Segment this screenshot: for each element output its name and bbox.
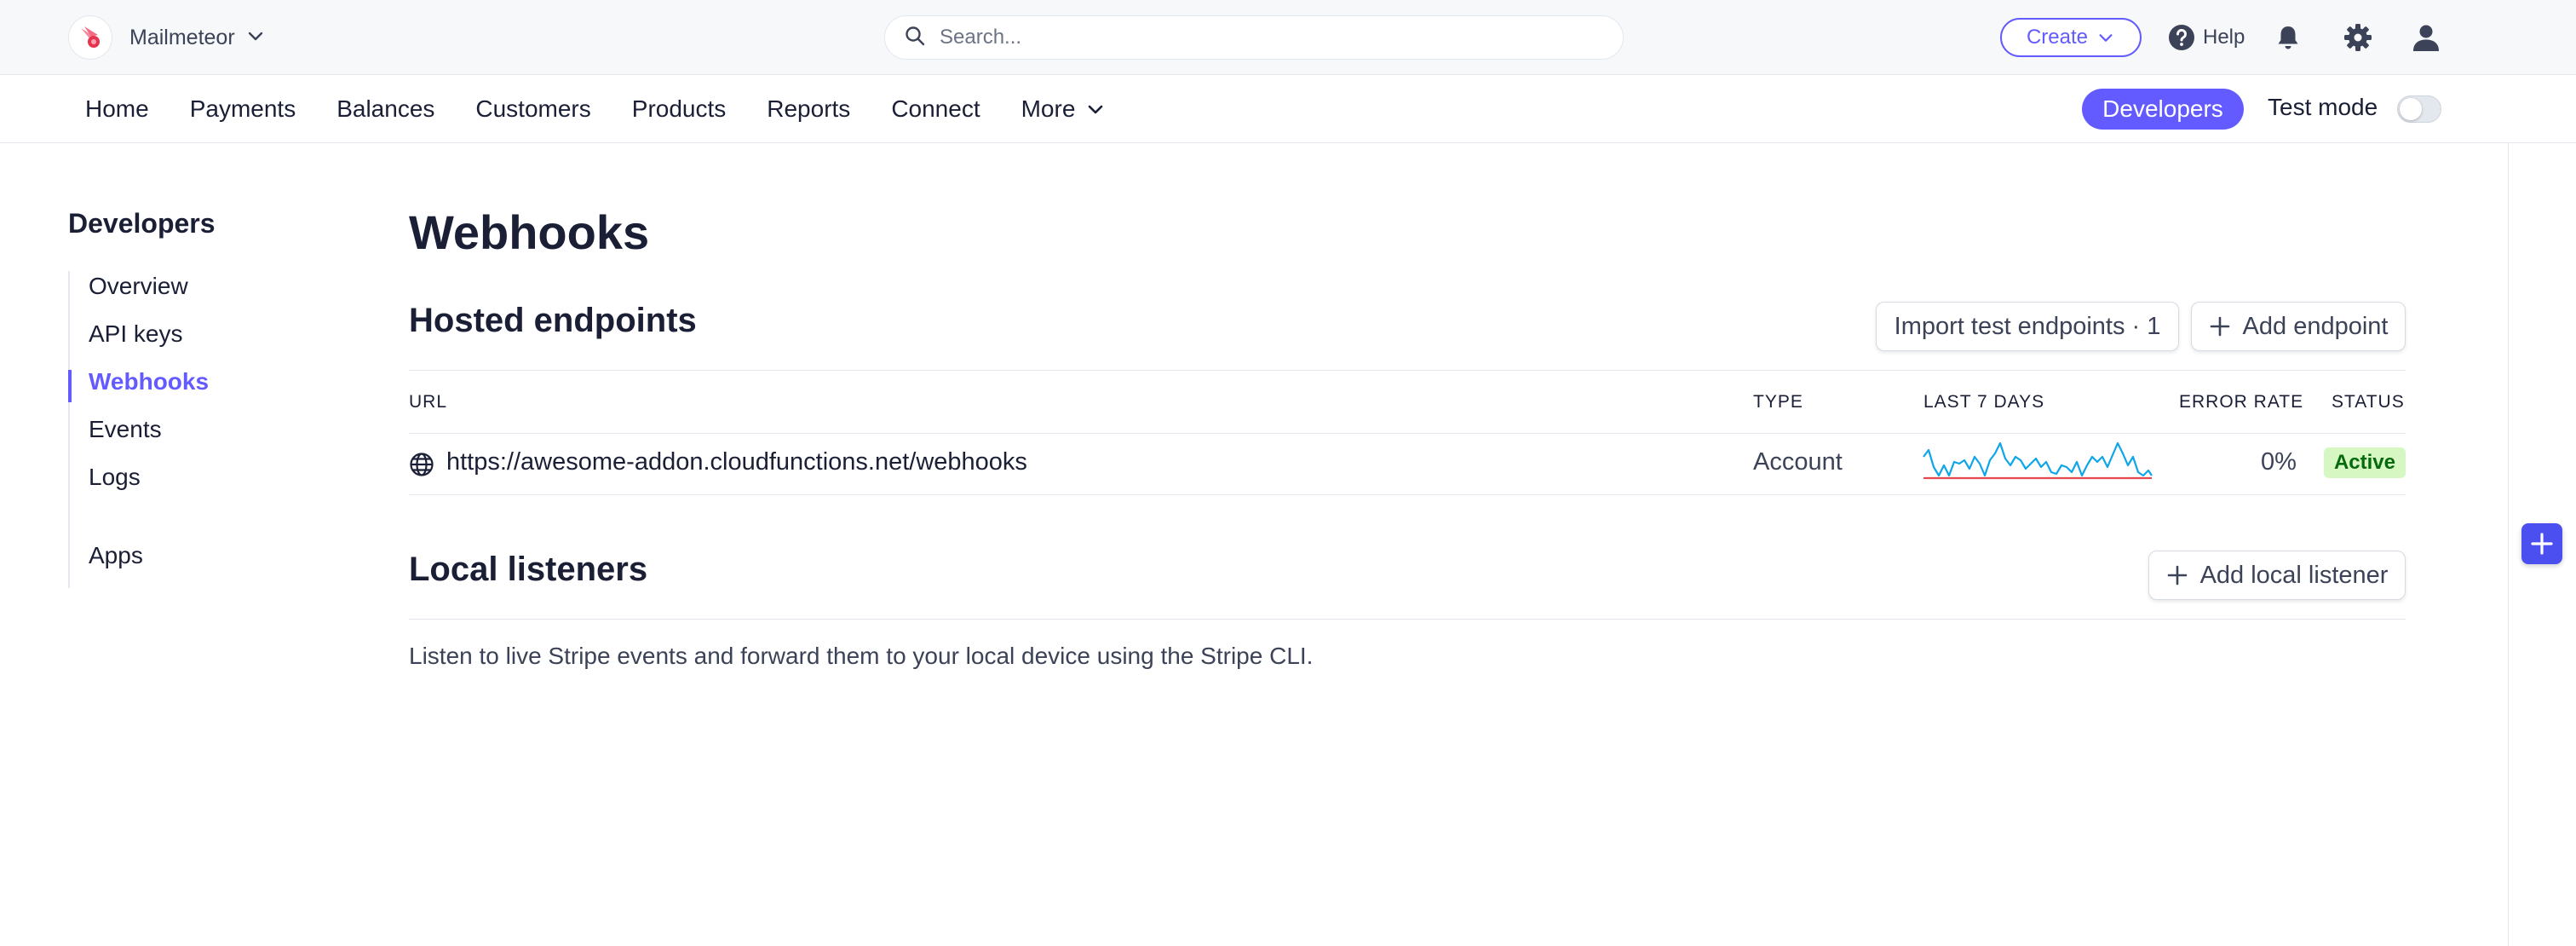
test-mode-toggle[interactable] <box>2397 95 2441 123</box>
help-icon <box>2169 25 2194 50</box>
developers-button[interactable]: Developers <box>2082 89 2244 130</box>
hosted-endpoints-title: Hosted endpoints <box>409 302 697 339</box>
nav-item-more[interactable]: More <box>1021 95 1107 123</box>
plus-icon <box>2167 565 2187 585</box>
sparkline-chart <box>1923 441 2153 480</box>
test-mode-label: Test mode <box>2268 94 2378 120</box>
chevron-down-icon <box>2099 34 2113 42</box>
sidebar-title: Developers <box>68 208 216 239</box>
nav-item-home[interactable]: Home <box>85 95 149 123</box>
create-label: Create <box>2026 26 2089 49</box>
help-label: Help <box>2203 26 2245 49</box>
settings-gear-icon[interactable] <box>2341 20 2375 55</box>
divider <box>409 433 2406 434</box>
sidebar-item-webhooks[interactable]: Webhooks <box>89 368 209 395</box>
add-endpoint-label: Add endpoint <box>2242 312 2389 340</box>
sidebar-item-logs[interactable]: Logs <box>89 464 141 491</box>
create-button[interactable]: Create <box>2000 18 2142 57</box>
search-bar[interactable] <box>884 15 1624 60</box>
nav-items: Home Payments Balances Customers Product… <box>85 75 1147 143</box>
account-name: Mailmeteor <box>129 25 235 49</box>
add-local-listener-label: Add local listener <box>2199 561 2389 589</box>
sparkline-line <box>1923 441 2153 477</box>
add-endpoint-button[interactable]: Add endpoint <box>2191 302 2406 351</box>
nav-item-reports[interactable]: Reports <box>767 95 850 123</box>
sidebar-item-apps[interactable]: Apps <box>89 542 143 569</box>
column-header-url: URL <box>409 392 448 412</box>
status-badge: Active <box>2324 447 2406 478</box>
nav-item-payments[interactable]: Payments <box>190 95 296 123</box>
sidebar-active-indicator <box>68 370 72 402</box>
add-local-listener-button[interactable]: Add local listener <box>2148 551 2406 600</box>
top-bar: Mailmeteor Create Help <box>0 0 2576 75</box>
local-listeners-description: Listen to live Stripe events and forward… <box>409 643 1314 669</box>
divider <box>409 494 2406 495</box>
search-icon <box>904 25 926 51</box>
nav-item-customers[interactable]: Customers <box>475 95 590 123</box>
column-header-last-7-days: LAST 7 DAYS <box>1923 392 2045 412</box>
nav-item-balances[interactable]: Balances <box>336 95 434 123</box>
endpoint-type: Account <box>1753 448 1843 476</box>
globe-icon <box>409 452 434 482</box>
divider <box>409 619 2406 620</box>
column-header-type: TYPE <box>1753 392 1803 412</box>
sidebar-item-events[interactable]: Events <box>89 416 162 443</box>
page-title: Webhooks <box>409 205 650 259</box>
nav-item-products[interactable]: Products <box>632 95 727 123</box>
sidebar-item-overview[interactable]: Overview <box>89 273 188 300</box>
column-header-error-rate: ERROR RATE <box>2179 392 2304 412</box>
mailmeteor-logo-icon <box>68 15 112 60</box>
nav-more-label: More <box>1021 95 1076 122</box>
chevron-down-icon <box>1089 105 1103 114</box>
endpoint-error-rate: 0% <box>2261 448 2297 476</box>
account-switcher[interactable]: Mailmeteor <box>68 15 266 60</box>
endpoint-url[interactable]: https://awesome-addon.cloudfunctions.net… <box>446 448 1027 476</box>
nav-item-connect[interactable]: Connect <box>891 95 980 123</box>
notifications-bell-icon[interactable] <box>2271 20 2305 55</box>
chevron-down-icon <box>245 26 266 50</box>
sidebar-item-api-keys[interactable]: API keys <box>89 320 182 348</box>
plus-icon[interactable] <box>2521 523 2562 564</box>
divider <box>409 370 2406 371</box>
import-test-endpoints-button[interactable]: Import test endpoints · 1 <box>1876 302 2179 351</box>
column-header-status: STATUS <box>2332 392 2405 412</box>
sidebar: Overview API keys Webhooks Events Logs A… <box>68 271 324 588</box>
right-rail-divider <box>2508 143 2509 946</box>
plus-icon <box>2210 316 2229 337</box>
toggle-knob <box>2400 98 2422 120</box>
main-nav: Home Payments Balances Customers Product… <box>0 75 2576 143</box>
local-listeners-title: Local listeners <box>409 551 648 588</box>
user-profile-icon[interactable] <box>2409 20 2443 55</box>
help-button[interactable]: Help <box>2167 22 2245 53</box>
search-input[interactable] <box>938 25 1585 50</box>
